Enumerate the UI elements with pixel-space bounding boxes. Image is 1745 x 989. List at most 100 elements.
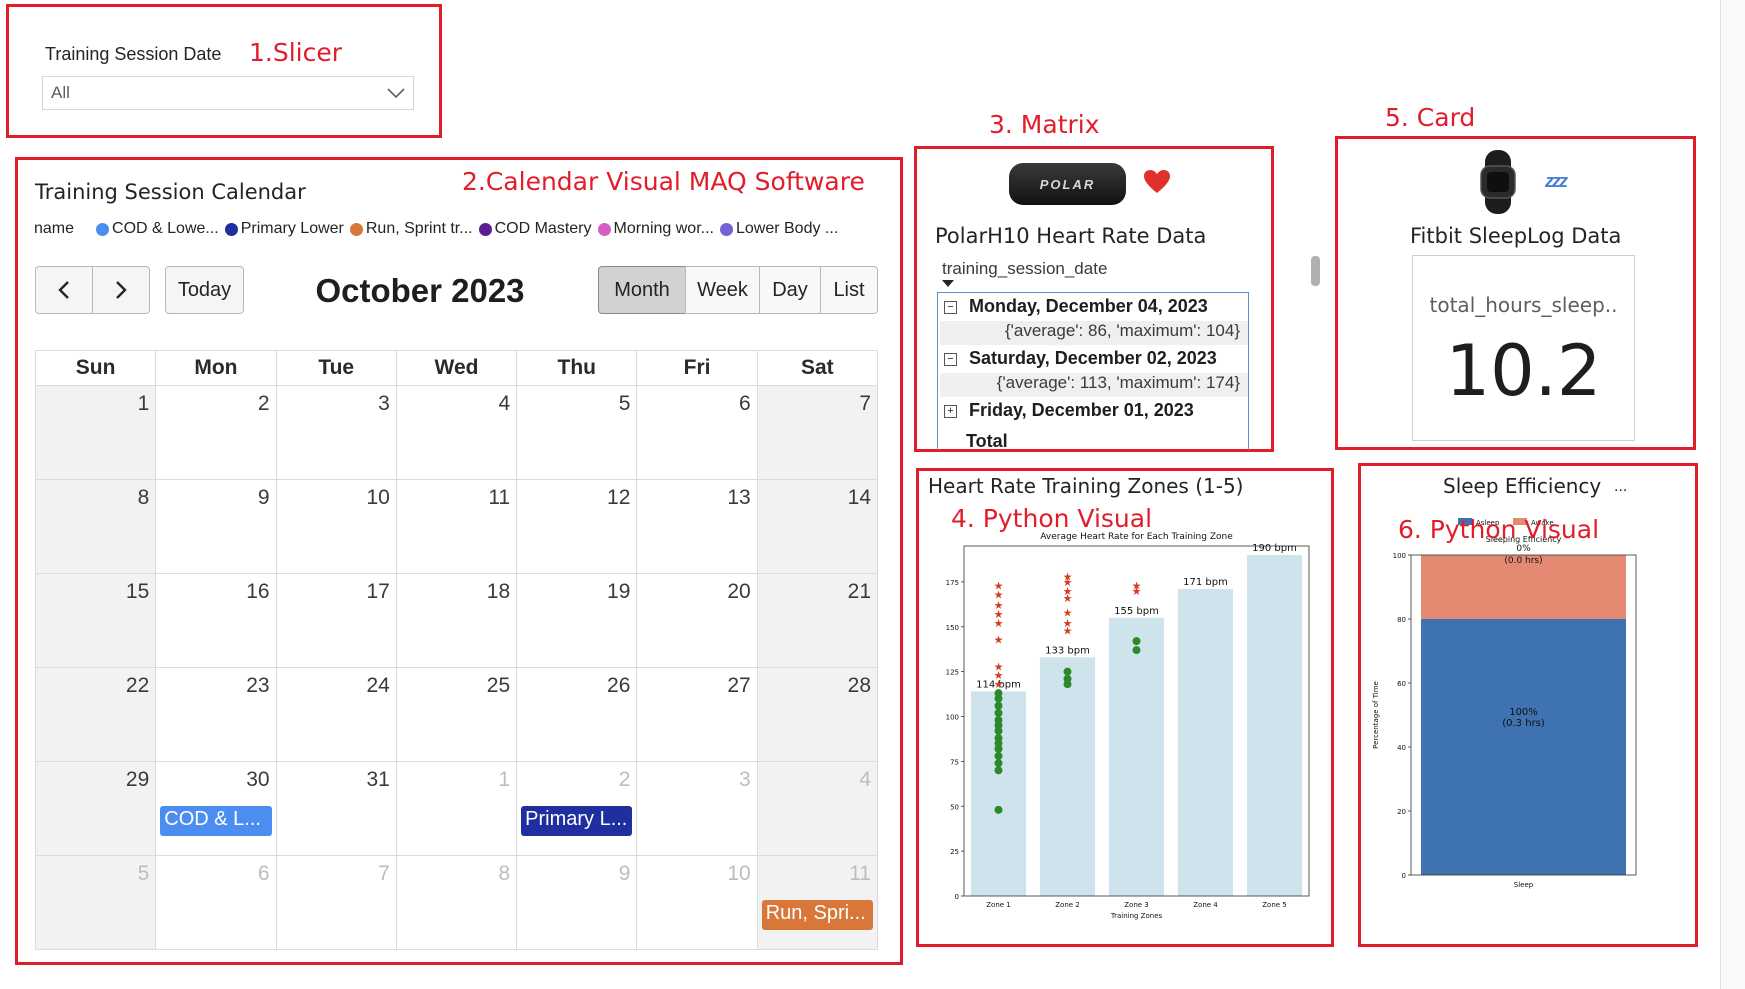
day-cell[interactable]: 3 [636,761,758,856]
avg-hr-point [1063,667,1072,676]
y-axis-label: Percentage of Time [1372,681,1380,749]
day-cell[interactable]: 11 Run, Spri... [756,855,879,950]
day-cell[interactable]: 28 [756,667,879,762]
day-cell[interactable]: 2 [155,385,277,480]
card-value-box: total_hours_sleep.. 10.2 [1412,255,1635,441]
day-cell[interactable]: 26 [516,667,638,762]
matrix-field-header[interactable]: training_session_date [942,259,1107,279]
view-day-button[interactable]: Day [759,266,821,314]
day-cell[interactable]: 23 [155,667,277,762]
day-number: 25 [486,674,511,697]
legend-dot [96,222,110,236]
day-cell[interactable]: 5 [34,855,157,950]
matrix-scrollbar[interactable] [1311,256,1320,286]
calendar-event[interactable]: Primary L... [521,806,633,836]
day-cell[interactable]: 4 [756,761,879,856]
day-number: 9 [257,486,270,509]
day-cell[interactable]: 8 [395,855,518,950]
next-month-button[interactable] [92,266,150,314]
x-tick-label: Zone 4 [1193,901,1218,909]
day-number: 9 [618,862,631,885]
day-number: 28 [847,674,871,697]
calendar-event[interactable]: Run, Spri... [761,900,873,930]
view-list-button[interactable]: List [820,266,878,314]
day-cell[interactable]: 9 [516,855,638,950]
day-cell[interactable]: 15 [34,573,157,668]
legend-item[interactable]: Morning wor... [597,220,714,238]
day-cell[interactable]: 18 [395,573,518,668]
day-cell[interactable]: 19 [516,573,638,668]
legend-item[interactable]: COD & Lowe... [96,220,219,238]
collapse-icon[interactable]: − [944,352,957,366]
calendar-title: Training Session Calendar [35,180,306,204]
legend-item[interactable]: Run, Sprint tr... [349,220,473,238]
filters-pane-collapsed[interactable] [1720,0,1745,989]
day-number: 19 [607,580,631,603]
day-cell[interactable]: 8 [34,479,157,574]
legend-item[interactable]: Lower Body ... [719,220,838,238]
day-cell[interactable]: 11 [395,479,518,574]
bar [1177,589,1234,896]
day-number: 10 [727,862,751,885]
day-cell[interactable]: 4 [395,385,518,480]
day-number: 17 [366,580,390,603]
bar-data-label: 190 bpm [1252,543,1297,554]
avg-hr-point [1063,680,1072,689]
day-cell[interactable]: 27 [636,667,758,762]
max-hr-point: ★ [994,618,1004,630]
prev-month-button[interactable] [35,266,93,314]
day-cell[interactable]: 1 [34,385,157,480]
collapse-icon[interactable]: − [944,300,957,314]
matrix-value-row: {'average': 113, 'maximum': 174} [940,373,1248,397]
matrix-row-header[interactable]: − Monday, December 04, 2023 [940,296,1208,317]
weekday-header: Tue [275,350,397,386]
sleep-visual-title: Sleep Efficiency [1443,474,1602,498]
day-cell[interactable]: 22 [34,667,157,762]
matrix-row-header[interactable]: + Friday, December 01, 2023 [940,400,1194,421]
day-cell[interactable]: 10 [636,855,758,950]
day-number: 11 [849,862,871,885]
calendar-legend: name COD & Lowe... Primary Lower Run, Sp… [34,220,844,238]
day-cell[interactable]: 20 [636,573,758,668]
day-cell[interactable]: 6 [636,385,758,480]
more-options-icon[interactable]: ... [1614,478,1627,496]
day-cell[interactable]: 24 [275,667,397,762]
calendar-month-grid: Sun Mon Tue Wed Thu Fri Sat 1 2 3 4 5 6 … [34,350,879,950]
view-month-button[interactable]: Month [598,266,686,314]
day-cell[interactable]: 17 [275,573,397,668]
day-cell[interactable]: 10 [275,479,397,574]
today-button[interactable]: Today [165,266,244,314]
day-cell[interactable]: 14 [756,479,879,574]
segment-label: 0% [1516,544,1531,554]
card-field-label: total_hours_sleep.. [1429,293,1618,317]
matrix-row-header[interactable]: − Saturday, December 02, 2023 [940,348,1217,369]
sort-desc-icon[interactable] [942,280,954,288]
day-cell[interactable]: 9 [155,479,277,574]
day-number: 23 [246,674,270,697]
day-cell[interactable]: 2 Primary L... [516,761,638,856]
day-cell[interactable]: 16 [155,573,277,668]
day-cell[interactable]: 7 [756,385,879,480]
day-cell[interactable]: 3 [275,385,397,480]
x-tick-label: Zone 3 [1124,901,1149,909]
day-cell[interactable]: 30 COD & L... [155,761,277,856]
day-cell[interactable]: 31 [275,761,397,856]
day-cell[interactable]: 21 [756,573,879,668]
legend-item[interactable]: COD Mastery [478,220,592,238]
day-cell[interactable]: 6 [155,855,277,950]
chart-title: Average Heart Rate for Each Training Zon… [1040,532,1233,542]
day-cell[interactable]: 25 [395,667,518,762]
day-cell[interactable]: 5 [516,385,638,480]
calendar-event[interactable]: COD & L... [160,806,272,836]
day-cell[interactable]: 13 [636,479,758,574]
day-cell[interactable]: 1 [395,761,518,856]
day-number: 21 [847,580,871,603]
expand-icon[interactable]: + [944,404,957,418]
day-cell[interactable]: 29 [34,761,157,856]
slicer-dropdown[interactable]: All [42,76,414,110]
y-tick-label: 20 [1397,808,1406,816]
view-week-button[interactable]: Week [685,266,760,314]
day-cell[interactable]: 7 [275,855,397,950]
legend-item[interactable]: Primary Lower [224,220,344,238]
day-cell[interactable]: 12 [516,479,638,574]
